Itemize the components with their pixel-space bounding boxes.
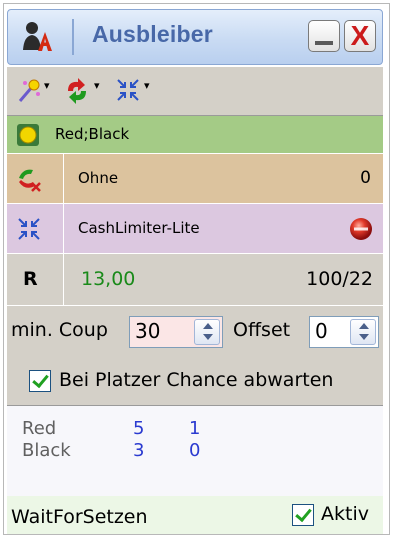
row-divider (63, 154, 64, 203)
title-separator (72, 19, 74, 55)
minimize-button[interactable] (308, 20, 340, 52)
red-stop-icon (349, 217, 373, 241)
stat-name: Red (22, 418, 57, 439)
dropdown-arrow-icon[interactable]: ▾ (144, 79, 150, 92)
spin-buttons[interactable] (194, 319, 220, 345)
stats-panel: Red 5 1 Black 3 0 (7, 406, 383, 496)
wait-option-row: Bei Platzer Chance abwarten (7, 356, 383, 406)
stat-name: Black (22, 440, 71, 461)
result-ratio: 100/22 (306, 268, 373, 290)
window-title: Ausbleiber (92, 21, 213, 47)
compress-icon (16, 216, 42, 242)
spin-down-icon[interactable] (359, 334, 369, 340)
progression-row[interactable]: Ohne 0 (7, 154, 383, 204)
active-checkbox[interactable] (292, 504, 314, 526)
stat-value: 5 (133, 418, 145, 439)
limiter-label: CashLimiter-Lite (78, 219, 200, 237)
min-coup-label: min. Coup (11, 319, 108, 341)
dropdown-arrow-icon[interactable]: ▾ (94, 79, 100, 92)
swap-arrows-icon[interactable] (63, 77, 91, 105)
row-divider (63, 254, 64, 305)
spin-buttons[interactable] (350, 319, 376, 345)
wait-label[interactable]: Bei Platzer Chance abwarten (59, 369, 333, 391)
magic-wand-icon[interactable] (16, 77, 42, 105)
row-divider (63, 204, 64, 253)
stat-value: 3 (133, 440, 145, 461)
strategy-label: Red;Black (55, 125, 130, 143)
offset-stepper[interactable] (309, 316, 379, 348)
toolbar: ▾ ▾ ▾ (7, 66, 383, 116)
coup-settings-row: min. Coup Offset (7, 306, 383, 356)
result-amount: 13,00 (81, 268, 136, 290)
result-label: R (23, 268, 38, 290)
status-bar: WaitForSetzen Aktiv (7, 496, 383, 534)
yellow-circle-icon (16, 123, 40, 147)
active-label[interactable]: Aktiv (321, 503, 369, 525)
progression-value: 0 (360, 168, 371, 188)
title-bar[interactable]: Ausbleiber X (7, 9, 383, 65)
spin-up-icon[interactable] (203, 323, 213, 329)
result-row: R 13,00 100/22 (7, 254, 383, 306)
wait-checkbox[interactable] (29, 370, 51, 392)
spin-down-icon[interactable] (203, 334, 213, 340)
stat-value: 1 (189, 418, 201, 439)
no-progression-icon (15, 164, 43, 192)
offset-input[interactable] (312, 319, 352, 343)
progression-label: Ohne (78, 169, 119, 187)
min-coup-stepper[interactable] (129, 316, 223, 348)
close-button[interactable]: X (344, 20, 376, 52)
min-coup-input[interactable] (132, 319, 196, 343)
status-text: WaitForSetzen (11, 506, 148, 528)
strategy-row[interactable]: Red;Black (7, 116, 383, 154)
offset-label: Offset (233, 319, 291, 341)
limiter-row[interactable]: CashLimiter-Lite (7, 204, 383, 254)
app-logo-icon (20, 20, 56, 54)
dropdown-arrow-icon[interactable]: ▾ (44, 79, 50, 92)
stat-value: 0 (189, 440, 201, 461)
spin-up-icon[interactable] (359, 323, 369, 329)
compress-icon[interactable] (115, 77, 141, 105)
